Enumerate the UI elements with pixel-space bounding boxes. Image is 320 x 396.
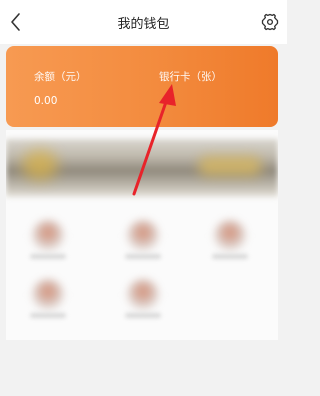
balance-value: 0.00: [34, 95, 58, 107]
service-item[interactable]: [121, 216, 165, 262]
balance-label: 余额（元）: [34, 71, 87, 83]
service-label-placeholder: [212, 254, 248, 259]
page-title: 我的钱包: [117, 17, 170, 32]
bank-card-label: 银行卡（张）: [159, 71, 222, 83]
wallet-summary-card: 余额（元） 0.00 银行卡（张）: [6, 46, 278, 127]
service-label-placeholder: [125, 254, 161, 259]
service-item[interactable]: [26, 275, 70, 321]
top-navigation-bar: 我的钱包: [0, 0, 287, 44]
service-label-placeholder: [125, 313, 161, 318]
service-icon: [32, 279, 64, 311]
bank-card-stat[interactable]: 银行卡（张）: [159, 69, 222, 84]
service-label-placeholder: [30, 254, 66, 259]
service-label-placeholder: [30, 313, 66, 318]
service-icon: [127, 220, 159, 252]
service-icon: [127, 279, 159, 311]
service-item[interactable]: [121, 275, 165, 321]
service-icon: [214, 220, 246, 252]
service-icon: [32, 220, 64, 252]
balance-stat[interactable]: 余额（元） 0.00: [34, 69, 87, 107]
promo-banner-graphic: [22, 150, 58, 180]
promo-banner-button: [198, 156, 262, 176]
service-item[interactable]: [26, 216, 70, 262]
service-item[interactable]: [208, 216, 252, 262]
wallet-content-area: [6, 130, 278, 340]
gear-icon: [261, 13, 279, 31]
settings-button[interactable]: [259, 11, 281, 33]
